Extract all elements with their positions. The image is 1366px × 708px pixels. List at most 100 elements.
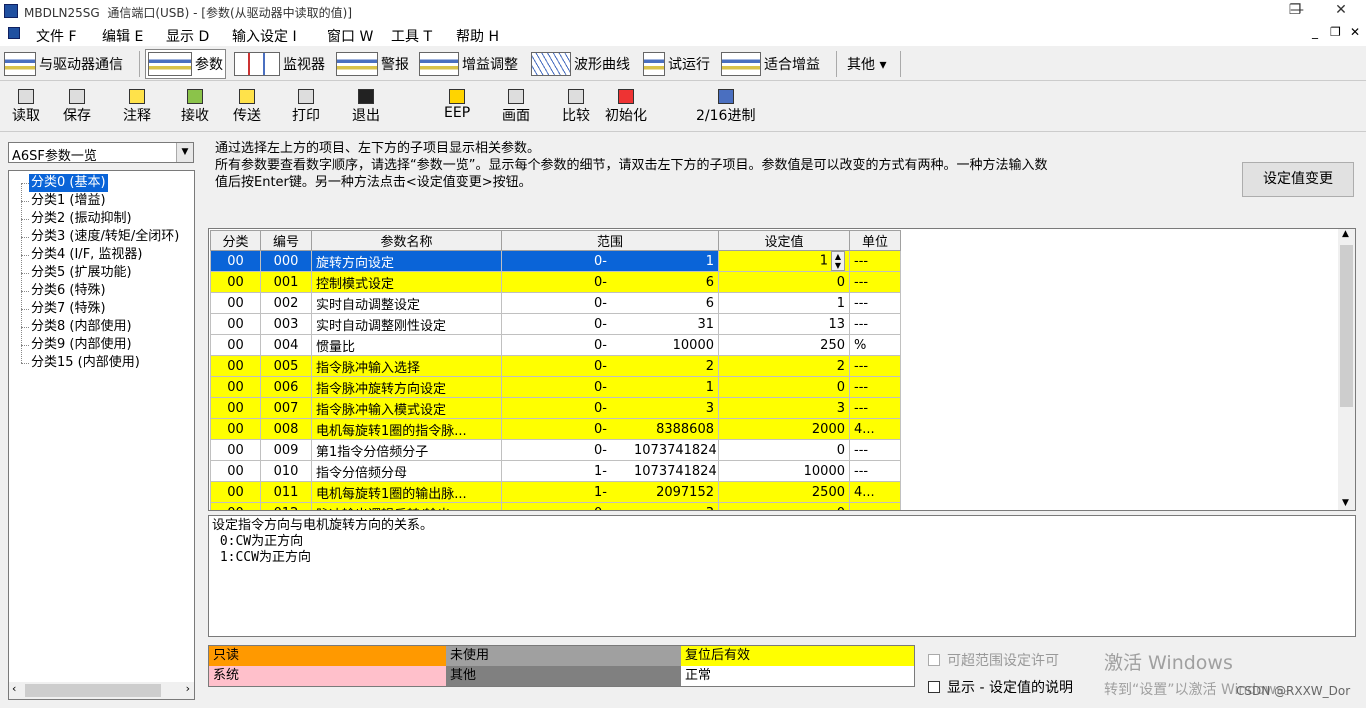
scroll-thumb[interactable] [25, 684, 161, 697]
col-header[interactable]: 设定值 [718, 230, 850, 251]
table-row[interactable]: 00 007 指令脉冲输入模式设定 0- 3 3 --- [210, 397, 901, 419]
tree-item[interactable]: 分类3 (速度/转矩/全闭环) [29, 228, 181, 246]
spin-icon[interactable]: ▲ ▼ [831, 251, 845, 271]
tree-guide [21, 183, 29, 184]
scroll-down-icon[interactable]: ▼ [1342, 498, 1349, 508]
comment-button[interactable]: 注释 [123, 89, 151, 125]
param-button[interactable]: 参数 [145, 49, 226, 79]
tree-item[interactable]: 分类7 (特殊) [29, 300, 108, 318]
menu-file[interactable]: 文件 F [36, 26, 77, 46]
legend: 只读 未使用 复位后有效 系统 其他 正常 [208, 645, 915, 687]
menu-help[interactable]: 帮助 H [456, 26, 499, 46]
tree-item[interactable]: 分类2 (振动抑制) [29, 210, 134, 228]
chevron-down-icon[interactable]: ▼ [176, 143, 193, 162]
table-row[interactable]: 00 000 旋转方向设定 0- 1 1 ▲ ▼ --- [210, 250, 901, 272]
print-button[interactable]: 打印 [292, 89, 320, 125]
legend-reset: 复位后有效 [681, 646, 914, 666]
other-menu-button[interactable]: 其他 ▾ [845, 49, 888, 79]
screen-button[interactable]: 画面 [502, 89, 530, 125]
exit-button[interactable]: 退出 [352, 89, 380, 125]
table-cell: 电机每旋转1圈的指令脉... [311, 418, 502, 440]
combo-value: A6SF参数一览 [12, 149, 97, 164]
range-max: 8388608 [656, 421, 714, 437]
wave-button[interactable]: 波形曲线 [529, 49, 632, 79]
description: 通过选择左上方的项目、左下方的子项目显示相关参数。 所有参数要查看数字顺序，请选… [215, 140, 1225, 191]
comm-button[interactable]: 与驱动器通信 [2, 49, 125, 79]
monitor-button[interactable]: 监视器 [232, 49, 327, 79]
table-cell: 006 [260, 376, 312, 398]
mdi-restore-button[interactable]: ❐ [1330, 25, 1341, 39]
scroll-right-icon[interactable]: › [186, 682, 190, 695]
table-row[interactable]: 00 009 第1指令分倍频分子 0- 1073741824 0 --- [210, 439, 901, 461]
mdi-minimize-button[interactable]: _ [1312, 25, 1318, 39]
legend-readonly: 只读 [209, 646, 446, 666]
col-header[interactable]: 编号 [260, 230, 312, 251]
show-description-checkbox[interactable]: 显示 - 设定值的说明 [928, 677, 1073, 697]
send-button[interactable]: 传送 [233, 89, 261, 125]
tree-item[interactable]: 分类9 (内部使用) [29, 336, 134, 354]
menu-view[interactable]: 显示 D [166, 26, 209, 46]
table-cell: 00 [210, 271, 261, 293]
monitor-icon [234, 52, 280, 76]
scroll-left-icon[interactable]: ‹ [12, 682, 16, 695]
close-button[interactable]: ✕ [1318, 0, 1364, 22]
init-button[interactable]: 初始化 [605, 89, 647, 125]
range-max: 10000 [672, 337, 714, 353]
alarm-label: 警报 [381, 57, 409, 73]
table-row[interactable]: 00 005 指令脉冲输入选择 0- 2 2 --- [210, 355, 901, 377]
table-row[interactable]: 00 003 实时自动调整刚性设定 0- 31 13 --- [210, 313, 901, 335]
compare-button[interactable]: 比较 [562, 89, 590, 125]
table-row[interactable]: 00 011 电机每旋转1圈的输出脉... 1- 2097152 2500 4... [210, 481, 901, 503]
maximize-button[interactable]: ❐ [1272, 0, 1318, 22]
fitgain-button[interactable]: 适合增益 [719, 49, 822, 79]
tree-hscrollbar[interactable]: ‹ › [9, 682, 194, 699]
menu-window[interactable]: 窗口 W [327, 26, 373, 46]
value-editor[interactable]: 1 [820, 254, 828, 269]
menu-tools[interactable]: 工具 T [391, 26, 432, 46]
read-button[interactable]: 读取 [12, 89, 40, 125]
table-cell: 010 [260, 460, 312, 482]
table-cell: 009 [260, 439, 312, 461]
tree-item[interactable]: 分类0 (基本) [29, 174, 108, 192]
menu-input[interactable]: 输入设定 I [232, 26, 297, 46]
table-cell: 00 [210, 418, 261, 440]
scroll-thumb[interactable] [1340, 245, 1353, 407]
table-row[interactable]: 00 002 实时自动调整设定 0- 6 1 --- [210, 292, 901, 314]
hex-button[interactable]: 2/16进制 [696, 89, 755, 125]
eep-button[interactable]: EEP [444, 89, 470, 121]
col-header[interactable]: 范围 [501, 230, 719, 251]
table-row[interactable]: 00 010 指令分倍频分母 1- 1073741824 10000 --- [210, 460, 901, 482]
table-row[interactable]: 00 006 指令脉冲旋转方向设定 0- 1 0 --- [210, 376, 901, 398]
grid-vscrollbar[interactable]: ▲ ▼ [1338, 229, 1355, 510]
table-row[interactable]: 00012脉冲输出逻辑反转/输出...0-30--- [210, 502, 901, 510]
table-row[interactable]: 00 004 惯量比 0- 10000 250% [210, 334, 901, 356]
scroll-up-icon[interactable]: ▲ [1342, 229, 1349, 239]
alarm-button[interactable]: 警报 [334, 49, 411, 79]
table-row[interactable]: 00 001 控制模式设定 0- 6 0 --- [210, 271, 901, 293]
gain-button[interactable]: 增益调整 [417, 49, 520, 79]
printer-icon [298, 89, 314, 104]
tree-item[interactable]: 分类8 (内部使用) [29, 318, 134, 336]
col-header[interactable]: 单位 [849, 230, 901, 251]
range-min: 0- [594, 316, 607, 332]
change-value-button[interactable]: 设定值变更 [1242, 162, 1354, 197]
range-override-checkbox[interactable]: 可超范围设定许可 [928, 650, 1059, 670]
mdi-close-button[interactable]: ✕ [1350, 25, 1360, 39]
receive-button[interactable]: 接收 [181, 89, 209, 125]
tree-item[interactable]: 分类1 (增益) [29, 192, 108, 210]
table-row[interactable]: 00 008 电机每旋转1圈的指令脉... 0- 8388608 2000 4... [210, 418, 901, 440]
tree-item[interactable]: 分类5 (扩展功能) [29, 264, 134, 282]
checkbox-label: 可超范围设定许可 [947, 653, 1059, 669]
trial-button[interactable]: 试运行 [641, 49, 712, 79]
menu-edit[interactable]: 编辑 E [102, 26, 143, 46]
col-header[interactable]: 分类 [210, 230, 261, 251]
tree-guide [21, 327, 29, 328]
col-header[interactable]: 参数名称 [311, 230, 502, 251]
range-max: 1 [705, 253, 714, 269]
save-button[interactable]: 保存 [63, 89, 91, 125]
tree-item[interactable]: 分类4 (I/F, 监视器) [29, 246, 145, 264]
tree-item[interactable]: 分类6 (特殊) [29, 282, 108, 300]
tree-item[interactable]: 分类15 (内部使用) [29, 354, 142, 372]
table-cell: --- [849, 271, 901, 293]
param-list-combo[interactable]: A6SF参数一览 ▼ [8, 142, 194, 164]
